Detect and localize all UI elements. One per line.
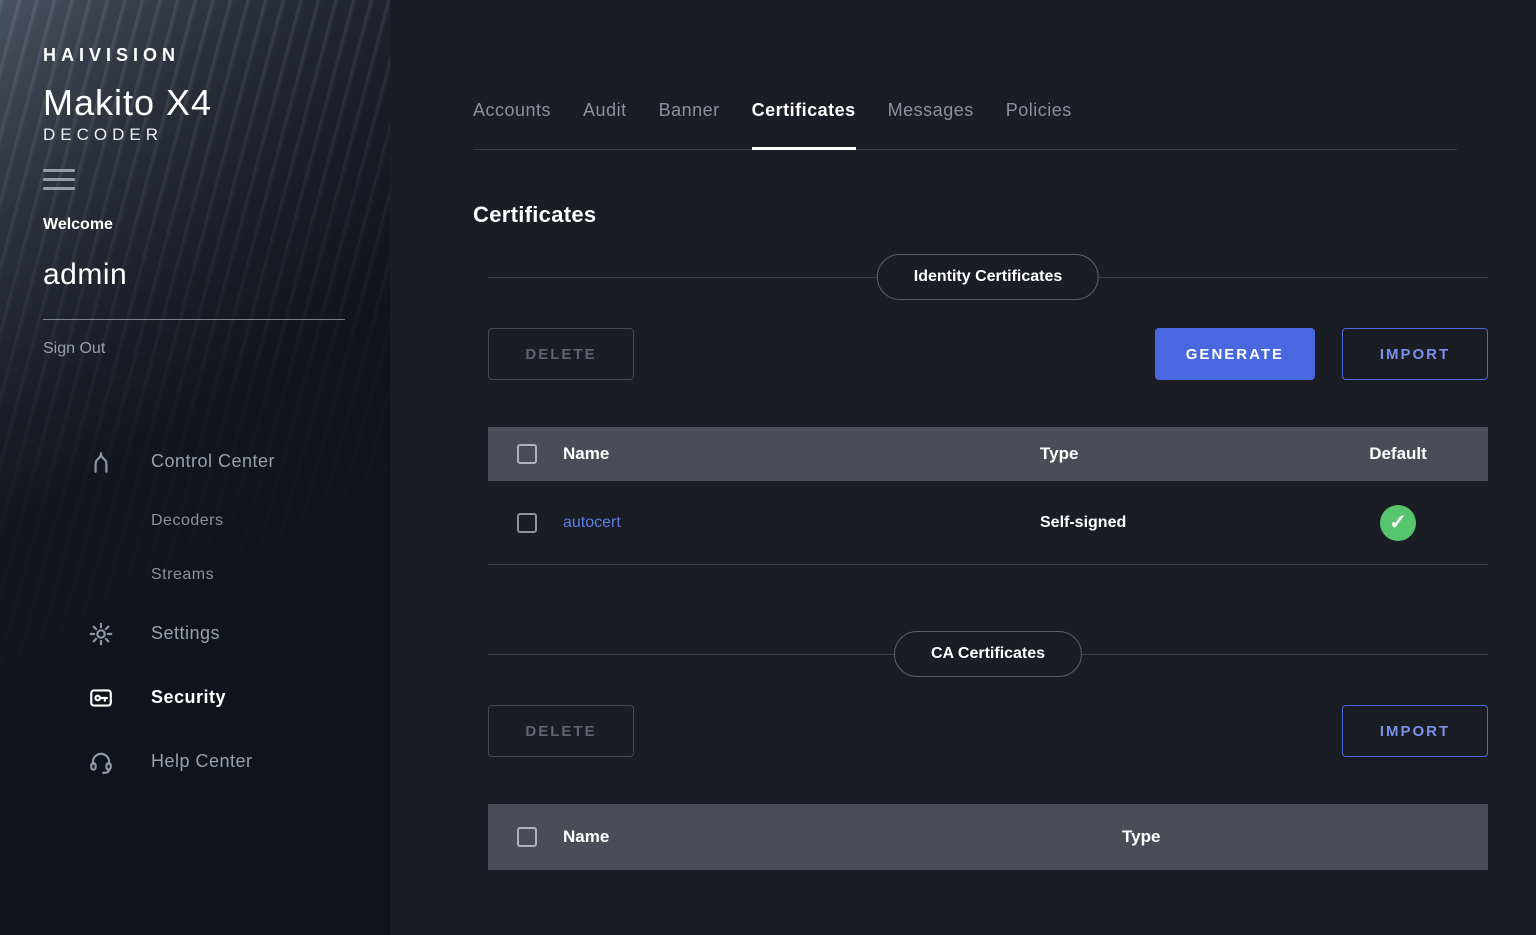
headset-icon xyxy=(88,749,118,775)
sidebar-item-settings[interactable]: Settings xyxy=(43,602,345,666)
tab-policies[interactable]: Policies xyxy=(1006,100,1072,149)
sidebar-item-decoders[interactable]: Decoders xyxy=(43,494,345,548)
identity-certificates-section: Identity Certificates DELETE GENERATE IM… xyxy=(488,254,1488,870)
ca-section-divider: CA Certificates xyxy=(488,631,1488,677)
sidebar-item-help-center[interactable]: Help Center xyxy=(43,730,345,794)
sidebar-item-label: Control Center xyxy=(151,451,275,472)
column-header-type: Type xyxy=(1122,827,1488,847)
identity-actions: DELETE GENERATE IMPORT xyxy=(488,328,1488,380)
identity-table-header: Name Type Default xyxy=(488,427,1488,481)
sidebar-item-security[interactable]: Security xyxy=(43,666,345,730)
tab-messages[interactable]: Messages xyxy=(888,100,974,149)
identity-section-title: Identity Certificates xyxy=(877,254,1099,300)
certificate-name-link[interactable]: autocert xyxy=(563,514,621,531)
identity-import-button[interactable]: IMPORT xyxy=(1342,328,1488,380)
sidebar-item-control-center[interactable]: Control Center xyxy=(43,430,345,494)
sidebar-item-label: Security xyxy=(151,687,226,708)
user-divider xyxy=(43,319,345,320)
hamburger-menu-icon[interactable] xyxy=(43,169,75,190)
identity-section-divider: Identity Certificates xyxy=(488,254,1488,300)
sidebar: HAIVISION Makito X4 DECODER Welcome admi… xyxy=(0,0,390,935)
haivision-logo: HAIVISION xyxy=(43,45,345,66)
sidebar-item-label: Settings xyxy=(151,623,220,644)
control-center-icon xyxy=(88,449,118,475)
sidebar-item-label: Streams xyxy=(151,566,214,584)
tab-accounts[interactable]: Accounts xyxy=(473,100,551,149)
sidebar-item-streams[interactable]: Streams xyxy=(43,548,345,602)
tab-bar: Accounts Audit Banner Certificates Messa… xyxy=(473,100,1457,150)
sidebar-item-label: Help Center xyxy=(151,751,253,772)
column-header-name: Name xyxy=(563,444,1040,464)
username: admin xyxy=(43,258,345,292)
tab-certificates[interactable]: Certificates xyxy=(752,100,856,149)
ca-import-button[interactable]: IMPORT xyxy=(1342,705,1488,757)
identity-select-all-checkbox[interactable] xyxy=(517,444,537,464)
main-content: Accounts Audit Banner Certificates Messa… xyxy=(390,0,1536,935)
column-header-default: Default xyxy=(1308,444,1488,464)
sign-out-link[interactable]: Sign Out xyxy=(43,340,105,358)
page-title: Certificates xyxy=(473,202,1488,228)
ca-delete-button[interactable]: DELETE xyxy=(488,705,634,757)
sidebar-nav: Control Center Decoders Streams Settings xyxy=(43,430,345,794)
table-row: autocert Self-signed xyxy=(488,481,1488,565)
product-name: Makito X4 xyxy=(43,84,345,122)
tab-banner[interactable]: Banner xyxy=(659,100,720,149)
row-checkbox[interactable] xyxy=(517,513,537,533)
default-check-icon xyxy=(1380,505,1416,541)
ca-table-header: Name Type xyxy=(488,804,1488,870)
tab-audit[interactable]: Audit xyxy=(583,100,627,149)
welcome-label: Welcome xyxy=(43,216,345,234)
column-header-type: Type xyxy=(1040,444,1308,464)
column-header-name: Name xyxy=(563,827,1122,847)
ca-section-title: CA Certificates xyxy=(894,631,1082,677)
ca-select-all-checkbox[interactable] xyxy=(517,827,537,847)
identity-generate-button[interactable]: GENERATE xyxy=(1155,328,1315,380)
certificate-type: Self-signed xyxy=(1040,514,1308,532)
product-type: DECODER xyxy=(43,125,345,145)
identity-delete-button[interactable]: DELETE xyxy=(488,328,634,380)
ca-certificates-table: Name Type xyxy=(488,804,1488,870)
sidebar-item-label: Decoders xyxy=(151,512,223,530)
security-icon xyxy=(88,685,118,711)
identity-certificates-table: Name Type Default autocert Self-signed xyxy=(488,427,1488,565)
ca-actions: DELETE IMPORT xyxy=(488,705,1488,757)
gear-icon xyxy=(88,621,118,647)
